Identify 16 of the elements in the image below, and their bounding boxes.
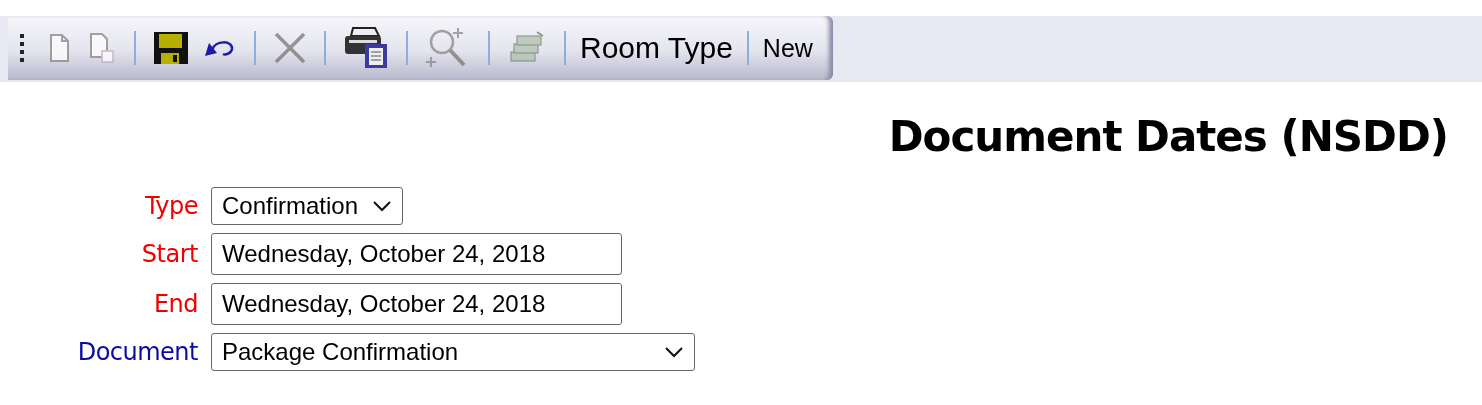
date-field[interactable]: Wednesday, October 24, 2018 [211,283,622,325]
field-label: Document [77,338,198,366]
page-title: Document Dates (NSDD) [888,112,1448,161]
field-label: Type [144,192,198,220]
toolbar-button[interactable]: New [758,33,817,63]
dropdown[interactable]: Package Confirmation [211,333,695,371]
dropdown[interactable]: Confirmation [211,187,404,225]
field-label: End [153,290,198,318]
grip-icon[interactable] [20,34,24,62]
toolbar-button[interactable]: Room Type [576,31,737,65]
save-icon[interactable] [153,31,189,65]
chevron-down-icon [372,200,393,212]
chevron-down-icon [664,346,684,358]
printer-icon[interactable] [343,26,389,70]
field-label: Start [141,240,198,268]
date-field[interactable]: Wednesday, October 24, 2018 [211,233,622,275]
